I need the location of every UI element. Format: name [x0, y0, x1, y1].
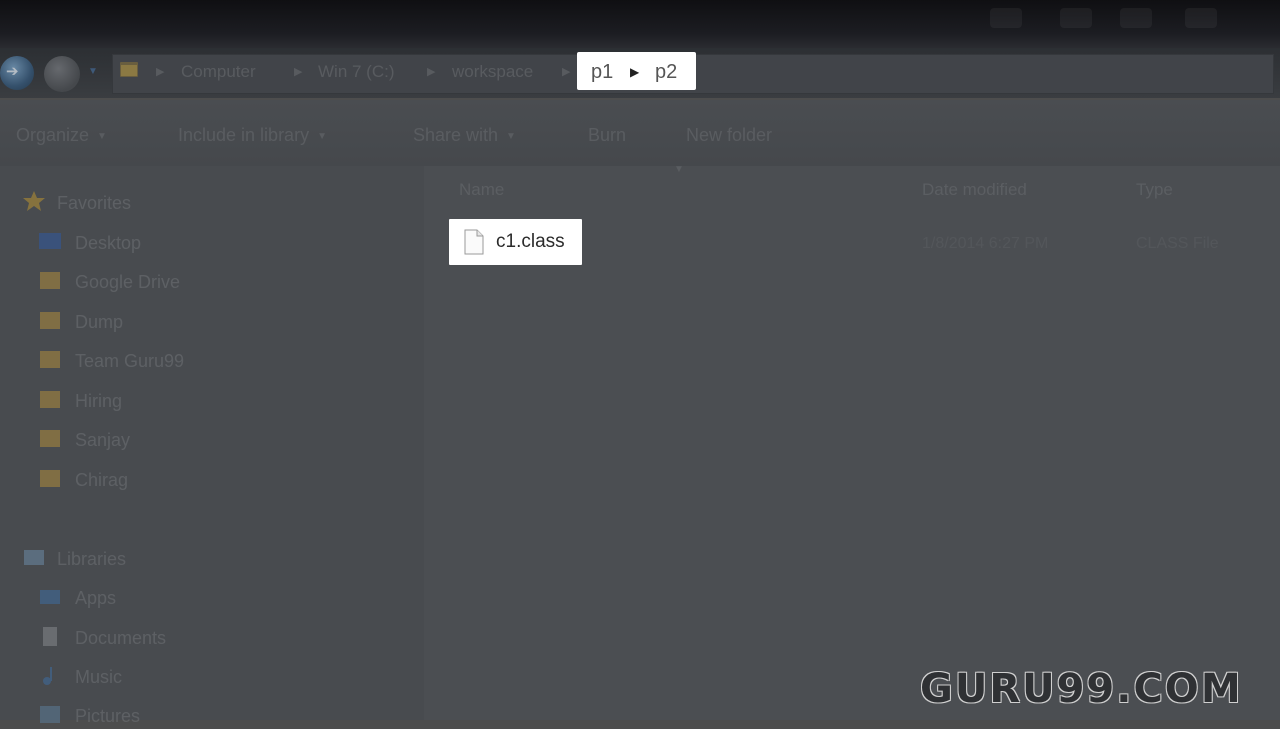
breadcrumb-separator-icon[interactable]: ▶ [562, 60, 570, 84]
desktop-icon [39, 233, 61, 249]
folder-icon [120, 62, 138, 77]
star-icon [23, 191, 45, 211]
burn-button[interactable]: Burn [588, 124, 626, 146]
apps-library-icon [40, 590, 60, 604]
nav-item-music[interactable]: Music [75, 664, 122, 690]
organize-label: Organize [16, 125, 90, 145]
file-row-c1-class[interactable]: c1.class [449, 219, 582, 265]
forward-button[interactable] [44, 56, 80, 92]
nav-item-google-drive[interactable]: Google Drive [75, 269, 180, 295]
dropdown-arrow-icon: ▼ [317, 131, 327, 142]
breadcrumb-highlight: p1 ▶ p2 [577, 52, 696, 90]
nav-libraries-header[interactable]: Libraries [57, 546, 126, 572]
breadcrumb-p2[interactable]: p2 [655, 61, 677, 83]
breadcrumb-separator-icon[interactable]: ▶ [630, 64, 639, 80]
nav-item-pictures[interactable]: Pictures [75, 703, 140, 729]
back-arrow-icon: ➔ [6, 63, 19, 80]
maximize-button[interactable] [1060, 8, 1092, 28]
column-header-type[interactable]: Type [1136, 178, 1173, 202]
breadcrumb-separator-icon[interactable]: ▶ [427, 60, 435, 84]
shared-folder-icon [40, 391, 60, 408]
column-header-name[interactable]: Name [459, 178, 504, 202]
window-title-bar [0, 0, 1280, 48]
folder-icon [40, 312, 60, 329]
breadcrumb-workspace[interactable]: workspace [452, 60, 533, 84]
breadcrumb-drive[interactable]: Win 7 (C:) [318, 60, 395, 84]
minimize-button[interactable] [990, 8, 1022, 28]
folder-icon [40, 351, 60, 368]
music-icon [43, 667, 52, 685]
share-with-label: Share with [413, 125, 499, 145]
watermark-logo: GURU99.COM [920, 666, 1243, 712]
nav-item-hiring[interactable]: Hiring [75, 388, 122, 414]
breadcrumb-separator-icon[interactable]: ▶ [294, 60, 302, 84]
nav-item-apps[interactable]: Apps [75, 585, 116, 611]
breadcrumb-p1[interactable]: p1 [591, 61, 613, 83]
folder-icon [40, 272, 60, 289]
shared-folder-icon [40, 470, 60, 487]
navigation-pane [0, 166, 424, 720]
back-button[interactable]: ➔ [0, 56, 34, 90]
blank-file-icon [464, 229, 484, 255]
restore-button[interactable] [1120, 8, 1152, 28]
pictures-icon [40, 706, 60, 723]
file-type: CLASS File [1136, 235, 1219, 252]
nav-item-desktop[interactable]: Desktop [75, 230, 141, 256]
new-folder-button[interactable]: New folder [686, 124, 772, 146]
include-in-library-button[interactable]: Include in library ▼ [178, 124, 327, 146]
recent-pages-dropdown-icon[interactable]: ▼ [88, 66, 98, 77]
nav-item-chirag[interactable]: Chirag [75, 467, 128, 493]
shared-folder-icon [40, 430, 60, 447]
nav-item-dump[interactable]: Dump [75, 309, 123, 335]
libraries-icon [24, 550, 44, 565]
file-name: c1.class [496, 231, 565, 252]
nav-favorites-header[interactable]: Favorites [57, 190, 131, 216]
breadcrumb-computer[interactable]: Computer [181, 60, 256, 84]
organize-button[interactable]: Organize ▼ [16, 124, 107, 146]
nav-item-documents[interactable]: Documents [75, 625, 166, 651]
close-button[interactable] [1185, 8, 1217, 28]
documents-icon [43, 627, 57, 646]
include-in-library-label: Include in library [178, 125, 310, 145]
breadcrumb-separator-icon[interactable]: ▶ [156, 60, 164, 84]
share-with-button[interactable]: Share with ▼ [413, 124, 516, 146]
file-date-modified: 1/8/2014 6:27 PM [922, 235, 1049, 252]
sort-indicator-icon: ▼ [674, 164, 684, 175]
nav-item-team-guru99[interactable]: Team Guru99 [75, 348, 184, 374]
dropdown-arrow-icon: ▼ [506, 131, 516, 142]
nav-item-sanjay[interactable]: Sanjay [75, 427, 130, 453]
dropdown-arrow-icon: ▼ [97, 131, 107, 142]
column-header-date-modified[interactable]: Date modified [922, 178, 1027, 202]
